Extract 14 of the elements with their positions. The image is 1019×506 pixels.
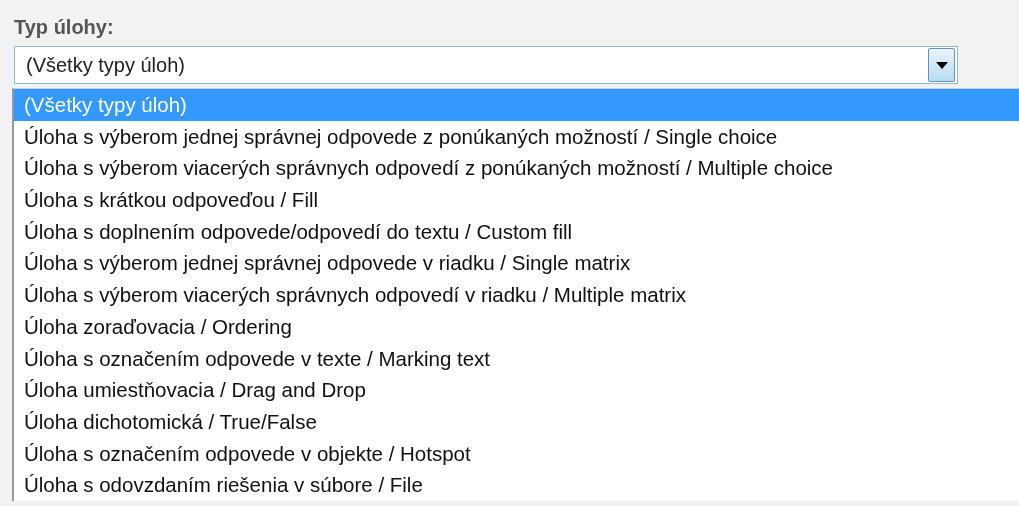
dropdown-option[interactable]: Úloha s odovzdaním riešenia v súbore / File — [14, 469, 1019, 501]
dropdown-option[interactable]: Úloha umiestňovacia / Drag and Drop — [14, 374, 1019, 406]
dropdown-option[interactable]: Úloha s výberom jednej správnej odpovede v riadku / Single matrix — [14, 247, 1019, 280]
type-select[interactable]: (Všetky typy úloh) — [14, 46, 958, 84]
dropdown-option[interactable]: Úloha s označením odpovede v texte / Marking text — [14, 342, 1019, 375]
dropdown-option[interactable]: Úloha dichotomická / True/False — [14, 405, 1019, 438]
dropdown-option[interactable]: Úloha s označením odpovede v objekte / Hotspot — [14, 437, 1019, 470]
dropdown-option[interactable]: Úloha zoraďovacia / Ordering — [14, 310, 1019, 343]
dropdown-option[interactable]: Úloha s doplnením odpovede/odpovedí do textu / Custom fill — [14, 215, 1019, 248]
dropdown-option[interactable]: Úloha s krátkou odpoveďou / Fill — [14, 184, 1019, 216]
dropdown-option[interactable]: Úloha s výberom jednej správnej odpovede z ponúkaných možností / Single choice — [14, 120, 1019, 153]
dropdown-option[interactable]: Úloha s výberom viacerých správnych odpovedí z ponúkaných možností / Multiple choice — [14, 152, 1019, 185]
dropdown-option[interactable]: Úloha s výberom viacerých správnych odpovedí v riadku / Multiple matrix — [14, 279, 1019, 311]
field-label: Typ úlohy: — [14, 16, 114, 39]
